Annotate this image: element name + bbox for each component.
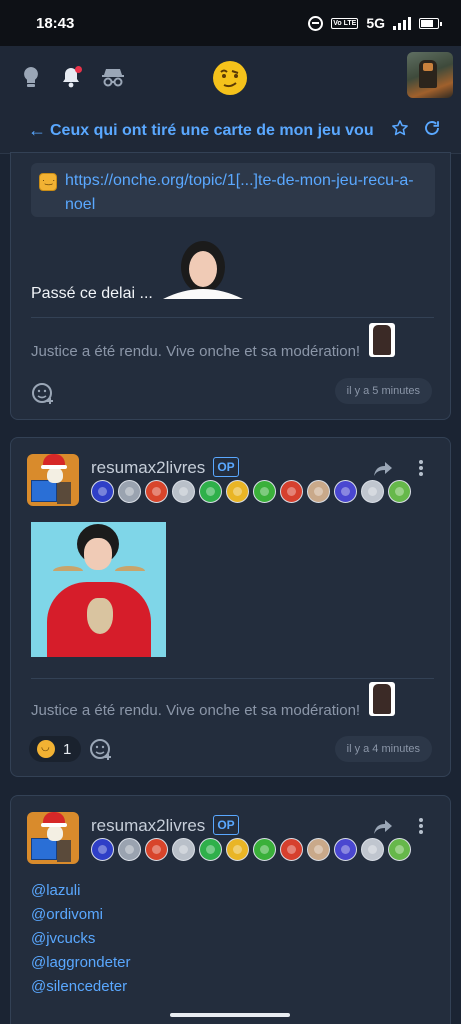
- status-bar: 18:43 Vo LTE 5G: [0, 0, 461, 46]
- post-card: resumax2livres OP Justice a été rendu. V…: [10, 437, 451, 777]
- author-badges: [91, 480, 411, 503]
- badge: [226, 480, 249, 503]
- signature-divider: [31, 678, 434, 679]
- author-name[interactable]: resumax2livres: [91, 458, 205, 478]
- badge: [280, 480, 303, 503]
- share-icon[interactable]: [372, 460, 394, 478]
- badge: [307, 480, 330, 503]
- coat-image: [369, 682, 395, 716]
- topic-link[interactable]: https://onche.org/topic/1[...]te-de-mon-…: [65, 169, 425, 217]
- badge: [199, 480, 222, 503]
- more-vertical-icon[interactable]: [418, 460, 424, 478]
- badge: [172, 480, 195, 503]
- badge: [253, 838, 276, 861]
- op-badge: OP: [213, 815, 239, 835]
- user-avatar[interactable]: [407, 52, 453, 98]
- badge-crown: [91, 480, 114, 503]
- signature-divider: [31, 317, 434, 318]
- author-avatar[interactable]: [27, 454, 79, 506]
- network-type: 5G: [366, 15, 385, 31]
- post-text: Passé ce delai ...: [31, 285, 153, 302]
- topic-header: ← Ceux qui ont tiré une carte de mon jeu…: [0, 108, 461, 154]
- share-icon[interactable]: [372, 818, 394, 836]
- sticker-image: [163, 241, 243, 299]
- smiley-logo[interactable]: [212, 60, 248, 96]
- author-name[interactable]: resumax2livres: [91, 816, 205, 836]
- author-avatar[interactable]: [27, 812, 79, 864]
- incognito-icon[interactable]: [100, 66, 126, 88]
- post-card: resumax2livres OP @lazuli @ordivomi @jvc…: [10, 795, 451, 1024]
- user-mention[interactable]: @silencedeter: [31, 978, 127, 995]
- user-mention[interactable]: @jvcucks: [31, 930, 95, 947]
- volte-icon: Vo LTE: [331, 17, 359, 29]
- app-bar: [0, 46, 461, 108]
- post-signature: Justice a été rendu. Vive onche et sa mo…: [31, 343, 361, 360]
- star-icon[interactable]: [391, 119, 409, 142]
- badge: [118, 480, 141, 503]
- battery-icon: [419, 17, 442, 29]
- badge: [280, 838, 303, 861]
- user-mention[interactable]: @lazuli: [31, 882, 80, 899]
- badge: [199, 838, 222, 861]
- smiley-icon: [39, 173, 57, 191]
- badge: [118, 838, 141, 861]
- author-badges: [91, 838, 411, 861]
- post-timestamp: il y a 5 minutes: [334, 378, 432, 404]
- status-time: 18:43: [36, 14, 75, 32]
- badge: [145, 838, 168, 861]
- badge: [388, 838, 411, 861]
- badge: [253, 480, 276, 503]
- op-badge: OP: [213, 457, 239, 477]
- post-card: https://onche.org/topic/1[...]te-de-mon-…: [10, 152, 451, 420]
- coat-image: [369, 323, 395, 357]
- badge: [172, 838, 195, 861]
- topic-title[interactable]: Ceux qui ont tiré une carte de mon jeu v…: [50, 122, 378, 140]
- post-image[interactable]: [31, 522, 166, 657]
- badge: [361, 480, 384, 503]
- emoji-reaction-icon: [37, 740, 55, 758]
- add-reaction-icon[interactable]: [89, 737, 113, 761]
- badge: [307, 838, 330, 861]
- do-not-disturb-icon: [308, 15, 324, 31]
- badge: [145, 480, 168, 503]
- lightbulb-icon[interactable]: [20, 65, 42, 89]
- back-arrow-icon[interactable]: ←: [28, 120, 50, 141]
- quoted-link-box: https://onche.org/topic/1[...]te-de-mon-…: [31, 163, 435, 217]
- badge-crown: [91, 838, 114, 861]
- refresh-icon[interactable]: [423, 119, 441, 142]
- notification-dot: [75, 66, 82, 73]
- reaction-count: 1: [63, 740, 72, 758]
- bell-icon[interactable]: [60, 65, 82, 89]
- post-timestamp: il y a 4 minutes: [334, 736, 432, 762]
- more-vertical-icon[interactable]: [418, 818, 424, 836]
- badge: [361, 838, 384, 861]
- badge: [226, 838, 249, 861]
- badge: [334, 838, 357, 861]
- home-indicator[interactable]: [170, 1013, 290, 1017]
- reaction-pill[interactable]: 1: [29, 736, 82, 762]
- signal-icon: [393, 16, 411, 30]
- badge: [334, 480, 357, 503]
- user-mention[interactable]: @laggrondeter: [31, 954, 130, 971]
- user-mention[interactable]: @ordivomi: [31, 906, 103, 923]
- badge: [388, 480, 411, 503]
- post-signature: Justice a été rendu. Vive onche et sa mo…: [31, 702, 361, 719]
- add-reaction-icon[interactable]: [31, 381, 55, 405]
